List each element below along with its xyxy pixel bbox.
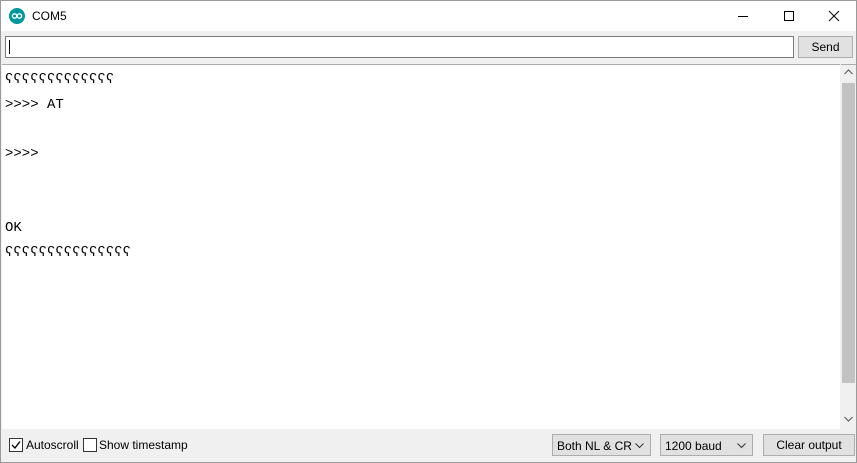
line-ending-select[interactable]: Both NL & CR: [552, 434, 651, 456]
send-row: Send: [1, 31, 856, 63]
maximize-icon: [784, 11, 794, 21]
checkmark-icon: [11, 441, 21, 450]
line-ending-value: Both NL & CR: [557, 439, 632, 453]
scroll-up-icon[interactable]: [844, 69, 853, 75]
vertical-scrollbar[interactable]: [841, 64, 856, 430]
autoscroll-label[interactable]: Autoscroll: [26, 438, 79, 452]
close-icon: [828, 10, 840, 22]
show-timestamp-label[interactable]: Show timestamp: [99, 438, 188, 452]
output-text: ʕʕʕʕʕʕʕʕʕʕʕʕʕ >>>> AT >>>> OK ʕʕʕʕʕʕʕʕʕʕ…: [5, 72, 132, 261]
minimize-button[interactable]: [720, 1, 766, 31]
baud-rate-select[interactable]: 1200 baud: [660, 434, 753, 456]
status-bar: Autoscroll Show timestamp Both NL & CR 1…: [1, 429, 856, 462]
title-bar[interactable]: COM5: [1, 1, 856, 31]
autoscroll-checkbox[interactable]: [9, 438, 23, 452]
show-timestamp-checkbox[interactable]: [83, 438, 97, 452]
maximize-button[interactable]: [766, 1, 812, 31]
chevron-down-icon: [737, 443, 746, 449]
serial-input[interactable]: [5, 36, 794, 58]
serial-monitor-window: COM5 Send ʕʕʕʕʕʕʕʕʕʕʕʕʕ >>>> AT >>>> OK …: [0, 0, 857, 463]
minimize-icon: [738, 16, 748, 17]
baud-rate-value: 1200 baud: [665, 439, 722, 453]
text-caret: [9, 40, 10, 54]
serial-output[interactable]: ʕʕʕʕʕʕʕʕʕʕʕʕʕ >>>> AT >>>> OK ʕʕʕʕʕʕʕʕʕʕ…: [2, 64, 840, 430]
chevron-down-icon: [635, 443, 644, 449]
send-button[interactable]: Send: [798, 36, 853, 58]
window-title: COM5: [32, 9, 67, 23]
clear-output-button[interactable]: Clear output: [763, 434, 855, 456]
arduino-icon: [9, 8, 25, 24]
scroll-thumb[interactable]: [842, 83, 855, 383]
scroll-down-icon[interactable]: [844, 416, 853, 422]
close-button[interactable]: [811, 1, 857, 31]
